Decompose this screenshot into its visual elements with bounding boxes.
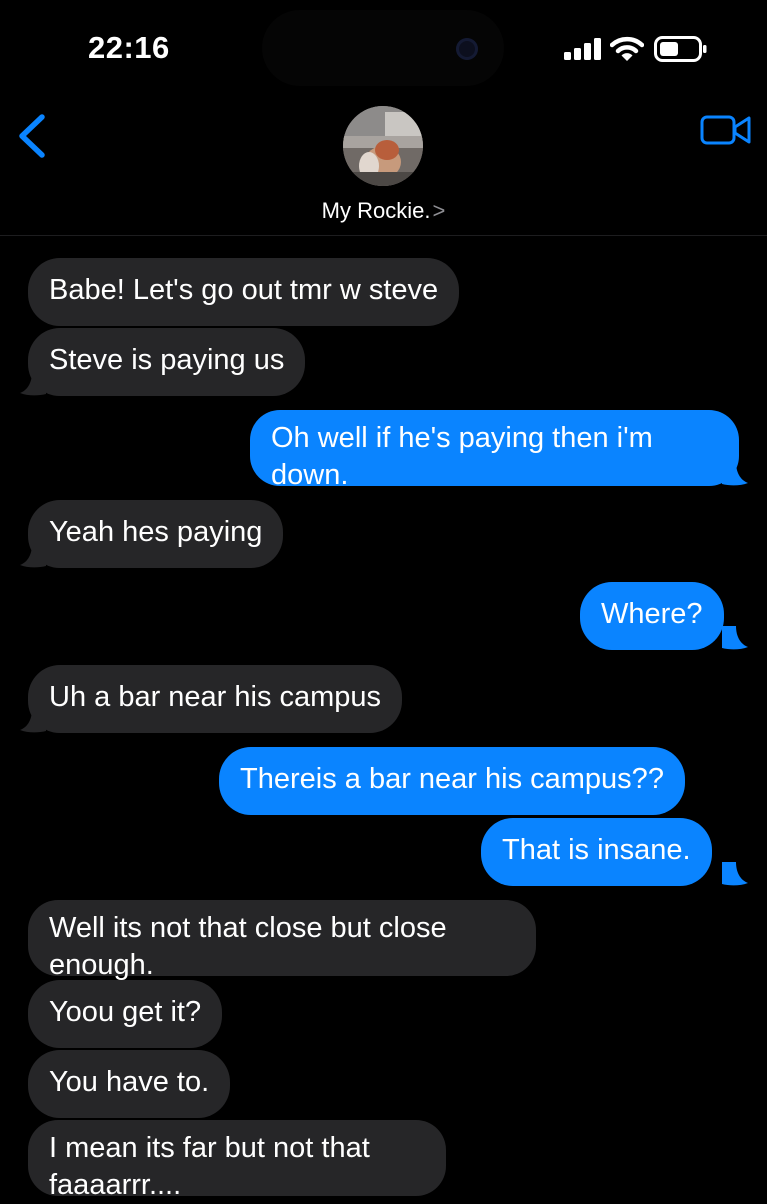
received-message-bubble[interactable]: Steve is paying us: [28, 328, 306, 396]
received-message-bubble[interactable]: You have to.: [28, 1050, 231, 1118]
message-text: Thereis a bar near his campus??: [240, 763, 664, 795]
received-message-bubble[interactable]: Yeah hes paying: [28, 500, 284, 568]
message-text-line: enough.: [49, 949, 154, 981]
message-text: Yoou get it?: [49, 996, 202, 1028]
message-text: Yeah hes paying: [49, 516, 263, 548]
message-text: Uh a bar near his campus: [49, 681, 382, 713]
received-message-bubble[interactable]: Well its not that close but close enough…: [28, 900, 536, 981]
received-message-bubble[interactable]: I mean its far but not that faaaarrr....: [28, 1120, 446, 1201]
message-text: Steve is paying us: [49, 344, 285, 376]
received-message-bubble[interactable]: Babe! Let's go out tmr w steve: [28, 258, 460, 326]
message-text: Where?: [601, 598, 703, 630]
message-text-line: I mean its far but not that: [49, 1132, 370, 1164]
bubble-tail: [722, 626, 748, 650]
bubble-tail: [20, 372, 46, 396]
message-thread: Babe! Let's go out tmr w steve Steve is …: [0, 0, 767, 1201]
received-message-bubble[interactable]: Uh a bar near his campus: [28, 665, 403, 733]
sent-message-bubble[interactable]: Thereis a bar near his campus??: [219, 747, 685, 815]
message-text: You have to.: [49, 1066, 210, 1098]
message-text-line: down.: [271, 459, 349, 491]
message-text-line: faaaarrr....: [49, 1169, 182, 1201]
received-message-bubble[interactable]: Yoou get it?: [28, 980, 223, 1048]
message-text-line: Oh well if he's paying then i'm: [271, 422, 653, 454]
sent-message-bubble[interactable]: Oh well if he's paying then i'm down.: [250, 410, 739, 491]
sent-message-bubble[interactable]: That is insane.: [481, 818, 712, 886]
bubble-tail: [722, 462, 748, 486]
bubble-tail: [20, 709, 46, 733]
bubble-tail: [722, 862, 748, 886]
sent-message-bubble[interactable]: Where?: [580, 582, 724, 650]
message-text: Babe! Let's go out tmr w steve: [49, 274, 439, 306]
message-text-line: Well its not that close but close: [49, 912, 447, 944]
bubble-tail: [20, 544, 46, 568]
message-text: That is insane.: [502, 834, 691, 866]
